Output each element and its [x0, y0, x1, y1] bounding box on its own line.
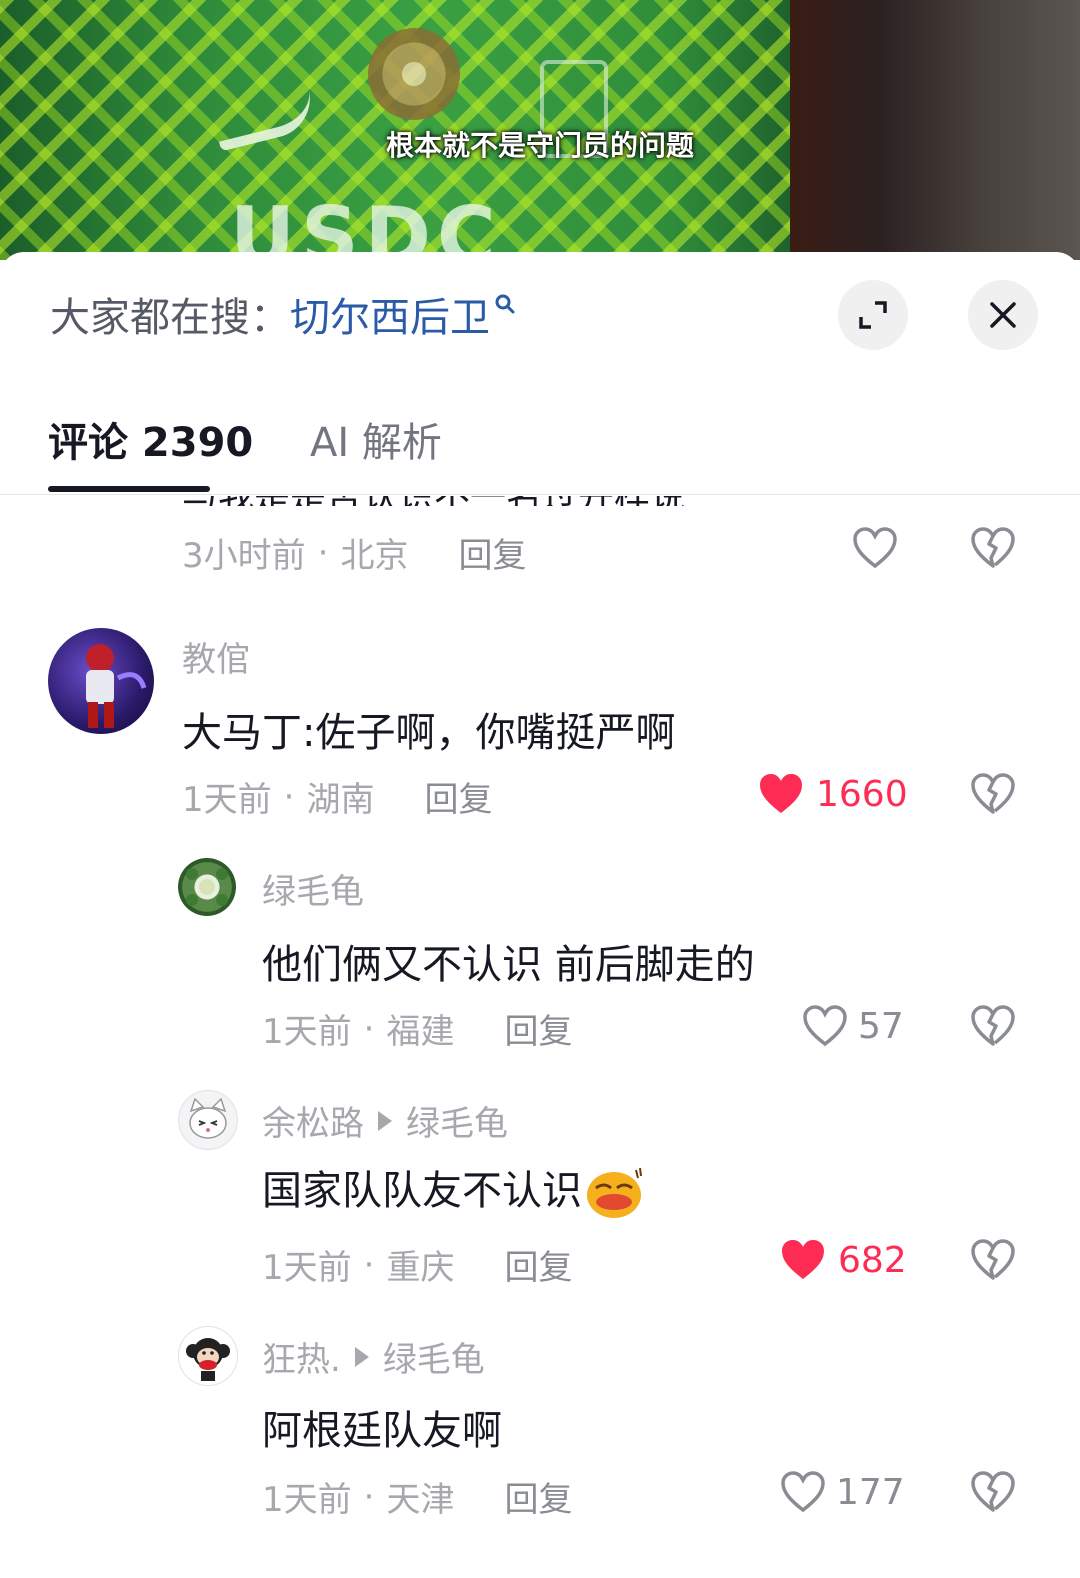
comment-meta: 1天前 · 湖南 回复 [182, 772, 492, 821]
heart-outline-icon [853, 527, 897, 569]
separator-dot: · [317, 532, 329, 573]
jersey-sponsor-graphic: USDC [230, 190, 502, 260]
comment-location: 重庆 [386, 1248, 455, 1288]
comment-location: 湖南 [306, 780, 375, 820]
heart-outline-icon [781, 1471, 825, 1513]
comment-username[interactable]: 教倌 [182, 632, 250, 681]
anime-character-avatar-icon [86, 644, 147, 728]
like-count: 177 [836, 1471, 905, 1513]
heart-outline-icon [803, 1005, 847, 1047]
comment-location: 天津 [386, 1480, 455, 1520]
comment-text: 他们俩又不认识 前后脚走的 [262, 942, 755, 988]
separator-dot: · [363, 1244, 375, 1285]
comment-time: 1天前 [262, 1480, 352, 1520]
comment-meta: 1天前 · 福建 回复 [262, 1004, 572, 1053]
tab-bar: 评论 2390 AI 解析 [0, 402, 1080, 495]
broken-heart-icon [971, 527, 1015, 568]
broken-heart-icon [971, 1005, 1015, 1046]
comment-meta: 1天前 · 重庆 回复 [262, 1240, 572, 1289]
reply-arrow-icon [378, 1110, 392, 1131]
reply-button[interactable]: 回复 [504, 1240, 572, 1289]
comment-sheet: 大家都在搜： 切尔西后卫 评论 2390 AI 解析 与我是是否认识不一名过开样… [0, 252, 1080, 1578]
reply-header: 狂热. 绿毛龟 [262, 1332, 485, 1381]
comment-text-clipped: 与我是是否认识不一名过开样说 [182, 496, 782, 506]
dislike-button[interactable] [970, 526, 1016, 574]
comment-time: 1天前 [182, 780, 272, 820]
comment-text: 国家队队友不认识 [262, 1168, 582, 1214]
like-button[interactable]: 57 [802, 1004, 904, 1048]
comment-location: 福建 [386, 1012, 455, 1052]
comment-text: 大马丁:佐子啊，你嘴挺严啊 [182, 710, 676, 756]
avatar[interactable] [48, 628, 154, 734]
broken-heart-icon [971, 773, 1015, 814]
avatar[interactable] [178, 1326, 238, 1386]
close-button[interactable] [968, 280, 1038, 350]
trending-search-prefix: 大家都在搜： [50, 295, 290, 341]
video-frame[interactable]: USDC 根本就不是守门员的问题 [0, 0, 1080, 260]
like-count: 1660 [816, 773, 908, 815]
heart-filled-icon [782, 1240, 824, 1279]
dislike-button[interactable] [970, 1470, 1016, 1518]
plants-avatar-icon [186, 868, 228, 906]
comment-text-row: 国家队队友不认识 [262, 1158, 644, 1220]
heart-filled-icon [760, 774, 802, 813]
comment-meta: 1天前 · 天津 回复 [262, 1472, 572, 1521]
fifa-badge-icon [368, 28, 460, 120]
comment-time: 1天前 [262, 1012, 352, 1052]
comment-meta: 3小时前 · 北京 回复 [182, 528, 526, 577]
like-button[interactable] [852, 526, 898, 570]
separator-dot: · [363, 1008, 375, 1049]
reply-button[interactable]: 回复 [504, 1004, 572, 1053]
broken-heart-icon [971, 1239, 1015, 1280]
comment-username[interactable]: 狂热. [262, 1332, 341, 1381]
close-icon [990, 302, 1016, 328]
video-subtitle: 根本就不是守门员的问题 [385, 129, 694, 162]
monkey-avatar-icon [186, 1338, 230, 1381]
reply-button[interactable]: 回复 [424, 772, 492, 821]
tab-comments[interactable]: 评论 2390 [48, 410, 253, 468]
dislike-button[interactable] [970, 772, 1016, 820]
separator-dot: · [363, 1476, 375, 1517]
like-button[interactable]: 682 [780, 1238, 907, 1282]
search-icon [495, 294, 515, 314]
comment-time: 3小时前 [182, 536, 306, 576]
like-button[interactable]: 1660 [758, 772, 908, 816]
trending-search-term[interactable]: 切尔西后卫 [290, 285, 490, 343]
comment-username[interactable]: 绿毛龟 [262, 864, 364, 913]
expand-button[interactable] [838, 280, 908, 350]
like-count: 57 [858, 1005, 904, 1047]
tab-ai-analysis[interactable]: AI 解析 [310, 410, 442, 468]
reply-arrow-icon [354, 1346, 369, 1367]
like-count: 682 [838, 1239, 907, 1281]
reply-button[interactable]: 回复 [504, 1472, 572, 1521]
broken-heart-icon [971, 1471, 1015, 1512]
reply-header: 余松路 绿毛龟 [262, 1096, 508, 1145]
comment-location: 北京 [340, 536, 409, 576]
dislike-button[interactable] [970, 1004, 1016, 1052]
reply-to-username[interactable]: 绿毛龟 [383, 1332, 485, 1381]
reply-button[interactable]: 回复 [458, 528, 526, 577]
avatar[interactable] [178, 858, 236, 916]
like-button[interactable]: 177 [780, 1470, 905, 1514]
comment-username[interactable]: 余松路 [262, 1096, 364, 1145]
tab-active-indicator [48, 486, 210, 492]
comment-time: 1天前 [262, 1248, 352, 1288]
separator-dot: · [283, 776, 295, 817]
reply-to-username[interactable]: 绿毛龟 [406, 1096, 508, 1145]
avatar[interactable] [178, 1090, 238, 1150]
trending-search[interactable]: 大家都在搜： 切尔西后卫 [50, 284, 516, 344]
smirk-emoji-icon [587, 1167, 642, 1218]
cartoon-cat-avatar-icon [189, 1097, 227, 1139]
comment-text: 阿根廷队友啊 [262, 1408, 502, 1454]
expand-icon [859, 301, 887, 329]
dislike-button[interactable] [970, 1238, 1016, 1286]
